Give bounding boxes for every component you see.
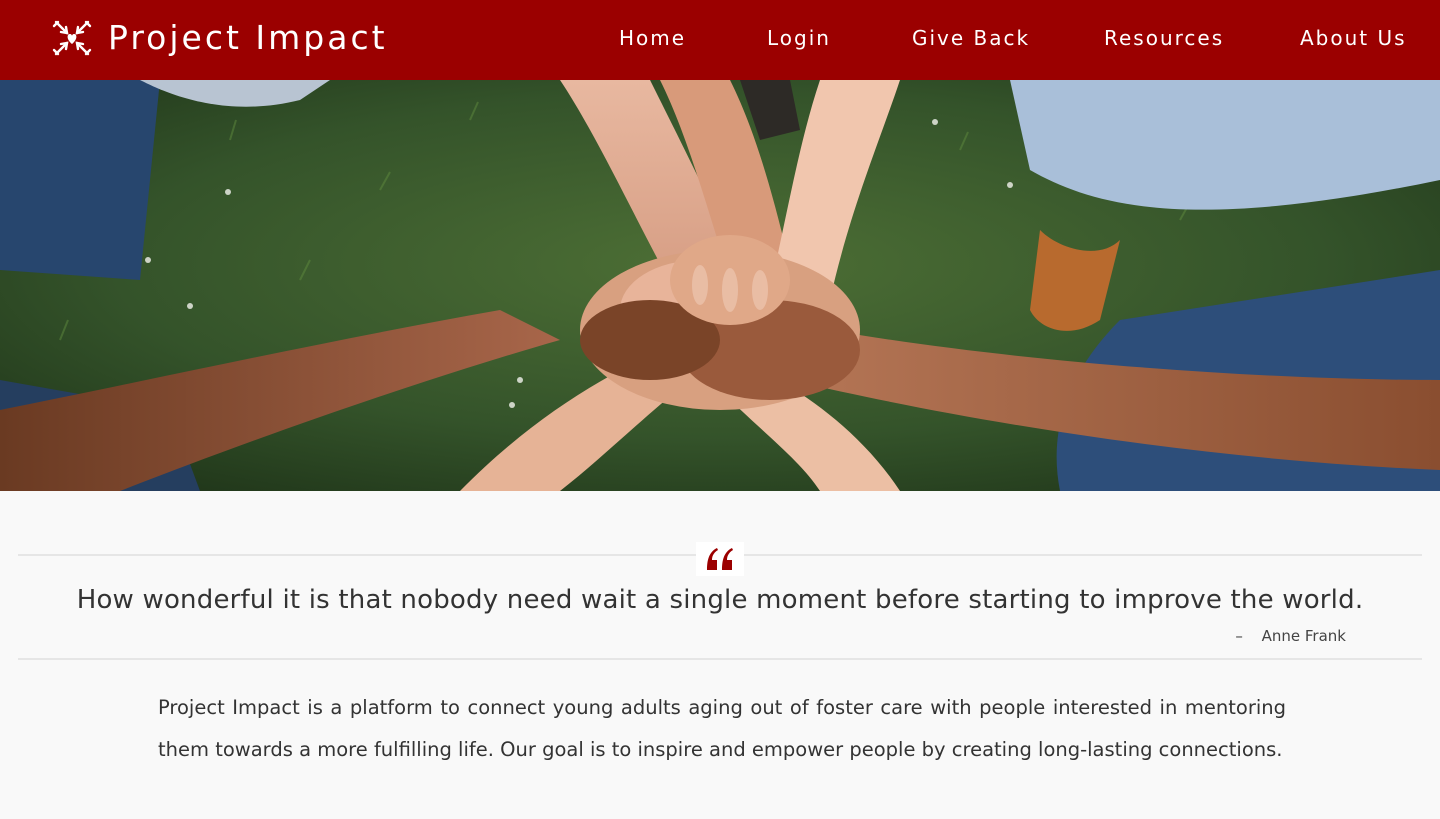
nav-home-link[interactable]: Home	[619, 24, 686, 52]
nav-resources-link[interactable]: Resources	[1104, 24, 1224, 52]
nav-login-link[interactable]: Login	[767, 24, 831, 52]
brand-name: Project Impact	[108, 18, 388, 57]
quote-bottom-divider	[18, 658, 1422, 660]
quote-attribution: – Anne Frank	[1235, 627, 1346, 645]
quote-mark-glyph-icon	[707, 548, 733, 570]
brand[interactable]: Project Impact	[52, 18, 388, 58]
quote-mark-icon	[696, 542, 744, 576]
top-navbar: Project Impact Home Login Give Back Reso…	[0, 0, 1440, 80]
quote-section: How wonderful it is that nobody need wai…	[0, 491, 1440, 819]
mission-statement: Project Impact is a platform to connect …	[158, 696, 1286, 761]
nav-give-back-link[interactable]: Give Back	[912, 24, 1030, 52]
arrows-heart-logo-icon	[52, 20, 92, 56]
hands-on-grass-illustration	[0, 80, 1440, 491]
nav-about-us-link[interactable]: About Us	[1300, 24, 1407, 52]
hero-image	[0, 80, 1440, 491]
quote-text: How wonderful it is that nobody need wai…	[76, 585, 1364, 615]
quote-author: Anne Frank	[1261, 627, 1346, 645]
quote-dash: –	[1235, 627, 1243, 645]
